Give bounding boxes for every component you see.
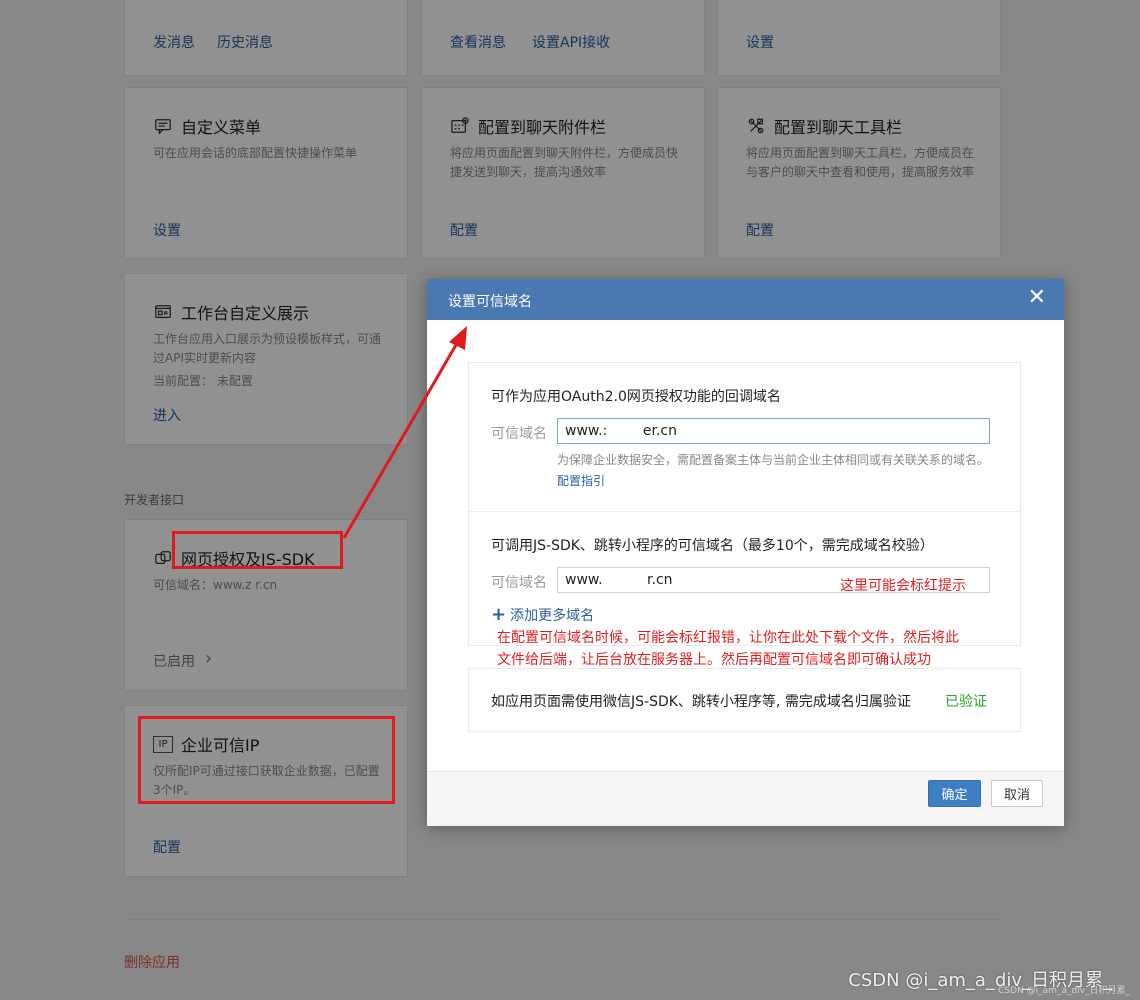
csdn-watermark-small: CSDN @i_am_a_div_日积月累_ [998,986,1130,996]
highlight-box-trusted-ip [138,716,395,804]
dialog-header: 设置可信域名 ✕ [427,279,1064,320]
oauth-domain-label: 可信域名 [491,426,547,442]
jssdk-domain-label: 可信域名 [491,575,547,591]
verified-status[interactable]: 已验证 [945,691,987,711]
domain-config-panel: 可作为应用OAuth2.0网页授权功能的回调域名 可信域名 为保障企业数据安全，… [468,362,1021,646]
trusted-domain-dialog: 设置可信域名 ✕ 可作为应用OAuth2.0网页授权功能的回调域名 可信域名 为… [427,279,1064,826]
verify-panel: 如应用页面需使用微信JS-SDK、跳转小程序等, 需完成域名归属验证 已验证 [468,668,1021,732]
note-annotation-line2: 文件给后端，让后台放在服务器上。然后再配置可信域名即可确认成功 [497,652,931,668]
oauth-hint-text: 为保障企业数据安全，需配置备案主体与当前企业主体相同或有关联关系的域名。 [557,453,990,467]
dialog-title: 设置可信域名 [448,294,532,310]
section-divider [469,511,1020,512]
config-guide-link[interactable]: 配置指引 [557,474,605,488]
cancel-button[interactable]: 取消 [991,780,1043,807]
add-more-label: 添加更多域名 [510,607,595,624]
jssdk-heading: 可调用JS-SDK、跳转小程序的可信域名（最多10个，需完成域名校验） [491,538,934,554]
plus-icon: + [491,604,507,625]
oauth-heading: 可作为应用OAuth2.0网页授权功能的回调域名 [491,389,781,405]
confirm-button[interactable]: 确定 [928,780,981,807]
oauth-domain-input[interactable] [557,418,990,444]
oauth-hint: 为保障企业数据安全，需配置备案主体与当前企业主体相同或有关联关系的域名。配置指引 [557,450,997,492]
highlight-box-webauth [172,531,343,569]
note-annotation-line1: 在配置可信域名时候，可能会标红报错，让你在此处下载个文件，然后将此 [497,630,959,646]
close-icon[interactable]: ✕ [1028,287,1046,309]
verify-text: 如应用页面需使用微信JS-SDK、跳转小程序等, 需完成域名归属验证 [491,694,911,710]
add-more-domain-button[interactable]: + 添加更多域名 [491,604,594,625]
red-hint-annotation: 这里可能会标红提示 [840,578,966,594]
dialog-footer: 确定 取消 [427,771,1064,826]
